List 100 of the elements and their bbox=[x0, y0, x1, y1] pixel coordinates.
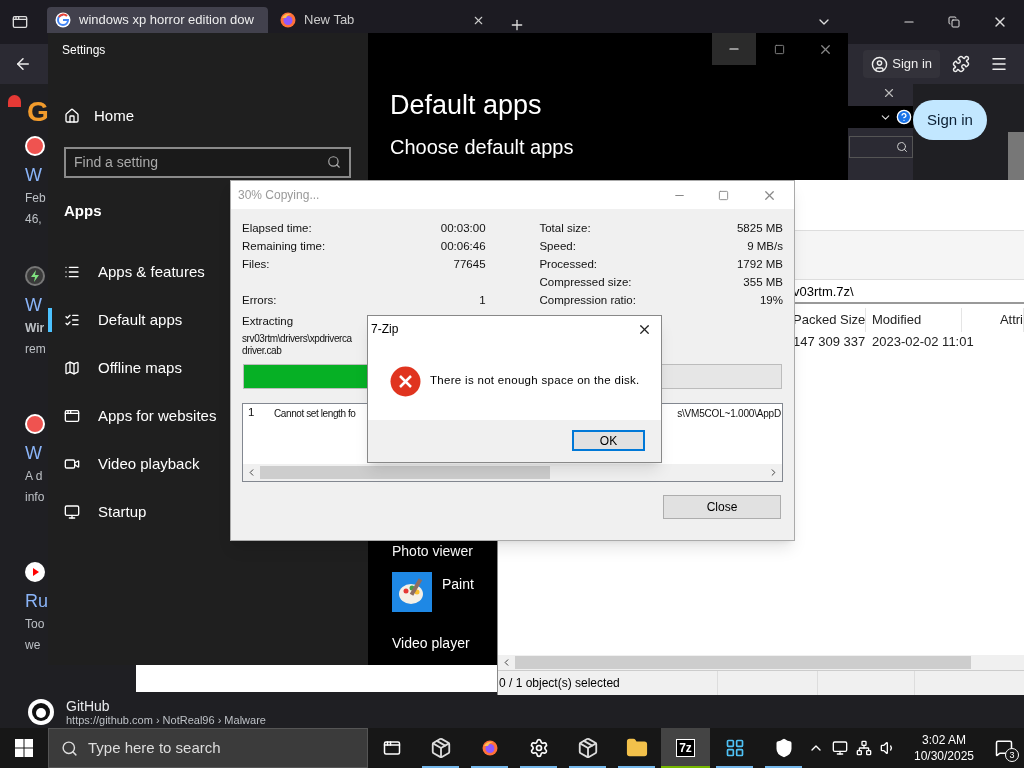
camera-icon bbox=[64, 456, 80, 472]
bolt-icon bbox=[25, 266, 45, 286]
sign-in-button[interactable]: Sign in bbox=[913, 100, 987, 140]
file-path: srv03rtm\drivers\xpdriverca bbox=[242, 333, 352, 345]
app-icon bbox=[25, 414, 45, 434]
search-field[interactable]: Find a setting bbox=[64, 146, 351, 178]
tab-list-icon[interactable] bbox=[12, 14, 28, 30]
browser-tab[interactable]: New Tab bbox=[272, 7, 493, 33]
close-button[interactable]: Close bbox=[663, 495, 781, 519]
dialog-title: 30% Copying... bbox=[238, 187, 321, 204]
category-label: Photo viewer bbox=[392, 542, 473, 560]
window-title: Settings bbox=[62, 42, 106, 58]
start-icon[interactable] bbox=[15, 739, 33, 757]
search-field[interactable]: Type here to search bbox=[48, 728, 368, 768]
window-icon bbox=[724, 738, 745, 758]
taskbar-app[interactable]: 7z bbox=[661, 728, 710, 768]
home-link[interactable]: Home bbox=[64, 105, 134, 128]
stat-value: 9 MB/s bbox=[747, 239, 783, 255]
error-message: Cannot set length fo bbox=[274, 406, 356, 421]
table-cell-text: 147 309 337 bbox=[792, 333, 866, 351]
google-logo-icon bbox=[55, 12, 71, 28]
error-number: 1 bbox=[248, 405, 256, 421]
result-url: https://github.com › NotReal96 › Malware bbox=[66, 714, 266, 726]
file-row[interactable]: 147 309 337 2023-02-02 11:01 bbox=[791, 332, 1024, 352]
result-snippet: info bbox=[25, 489, 45, 506]
stat-value: 1 bbox=[479, 293, 486, 309]
stat-value: 00:06:46 bbox=[440, 239, 486, 255]
map-icon bbox=[64, 360, 80, 376]
stat-label: Total size: bbox=[539, 221, 592, 237]
stat-value: 355 MB bbox=[743, 275, 783, 291]
result-title[interactable]: W bbox=[25, 440, 42, 466]
notification-count: 3 bbox=[1005, 748, 1019, 762]
result-snippet: Feb bbox=[25, 190, 46, 207]
browser-tab[interactable]: windows xp horror edition dow bbox=[47, 7, 268, 33]
maximize-icon[interactable] bbox=[773, 43, 785, 55]
clock-date[interactable]: 10/30/2025 bbox=[913, 748, 975, 764]
result-title[interactable]: W bbox=[25, 162, 42, 188]
stat-value: 77645 bbox=[453, 257, 486, 273]
column-header[interactable]: Attri bbox=[962, 308, 1024, 332]
stat-label: Compression ratio: bbox=[539, 293, 637, 309]
ok-button[interactable]: OK bbox=[572, 430, 645, 451]
stat-value: 5825 MB bbox=[736, 221, 783, 237]
status-text: Extracting bbox=[242, 314, 295, 329]
notification-button[interactable]: 3 bbox=[984, 728, 1024, 768]
help-icon[interactable] bbox=[896, 109, 912, 125]
browser-logo-icon bbox=[280, 12, 296, 28]
window-icon bbox=[64, 408, 80, 424]
result-snippet: we bbox=[25, 637, 41, 654]
task-view-icon[interactable] bbox=[383, 739, 401, 757]
result-snippet: Too bbox=[25, 616, 45, 633]
search-icon bbox=[327, 155, 341, 169]
gear-icon bbox=[528, 738, 549, 758]
monitor-icon bbox=[64, 504, 80, 520]
result-snippet: A d bbox=[25, 468, 43, 485]
result-snippet: 46, bbox=[25, 211, 42, 228]
horizontal-scrollbar[interactable] bbox=[243, 464, 782, 481]
stat-label: Speed: bbox=[539, 239, 577, 255]
search-field[interactable] bbox=[849, 136, 913, 158]
error-message: There is not enough space on the disk. bbox=[430, 373, 640, 389]
back-icon[interactable] bbox=[14, 55, 32, 73]
app-icon bbox=[25, 136, 45, 156]
maximize-icon[interactable] bbox=[718, 189, 729, 201]
restore-icon[interactable] bbox=[948, 16, 960, 28]
search-icon bbox=[61, 739, 78, 757]
result-snippet: rem bbox=[25, 341, 46, 358]
result-title[interactable]: Ru bbox=[25, 588, 48, 614]
category-label: Video player bbox=[392, 634, 470, 652]
tray-display-icon[interactable] bbox=[832, 740, 848, 756]
stat-label: Processed: bbox=[539, 257, 598, 273]
default-app[interactable]: Paint bbox=[392, 572, 474, 612]
column-header[interactable]: Modified bbox=[866, 308, 963, 332]
close-icon[interactable] bbox=[882, 86, 896, 100]
network-icon[interactable] bbox=[856, 740, 872, 756]
stat-value: 19% bbox=[759, 293, 783, 309]
extensions-icon[interactable] bbox=[952, 55, 970, 73]
palette-icon bbox=[392, 572, 432, 612]
stat-label: Elapsed time: bbox=[242, 221, 313, 237]
menu-icon[interactable] bbox=[990, 55, 1008, 73]
error-icon bbox=[390, 365, 421, 397]
folder-icon bbox=[625, 737, 648, 759]
message-icon bbox=[995, 739, 1013, 757]
page-subheading: Choose default apps bbox=[390, 135, 575, 160]
result-snippet: Wir bbox=[25, 320, 45, 337]
sign-in-button[interactable]: Sign in bbox=[863, 50, 940, 78]
result-title[interactable]: W bbox=[25, 292, 42, 318]
horizontal-scrollbar[interactable] bbox=[498, 655, 1024, 670]
list-icon bbox=[64, 264, 80, 280]
stat-label: Compressed size: bbox=[539, 275, 633, 291]
logo-text: G bbox=[27, 98, 49, 126]
play-icon bbox=[25, 562, 45, 582]
stat-label: Files: bbox=[242, 257, 271, 273]
stat-value: 00:03:00 bbox=[440, 221, 486, 237]
stat-label: Remaining time: bbox=[242, 239, 327, 255]
stat-label: Errors: bbox=[242, 293, 278, 309]
error-path: s\VM5COL~1.000\AppD bbox=[677, 406, 781, 421]
clock-time[interactable]: 3:02 AM bbox=[922, 732, 966, 748]
account-icon bbox=[871, 55, 889, 73]
new-tab-icon[interactable] bbox=[509, 17, 525, 33]
page-heading: Default apps bbox=[390, 89, 543, 122]
package-icon bbox=[576, 737, 599, 759]
